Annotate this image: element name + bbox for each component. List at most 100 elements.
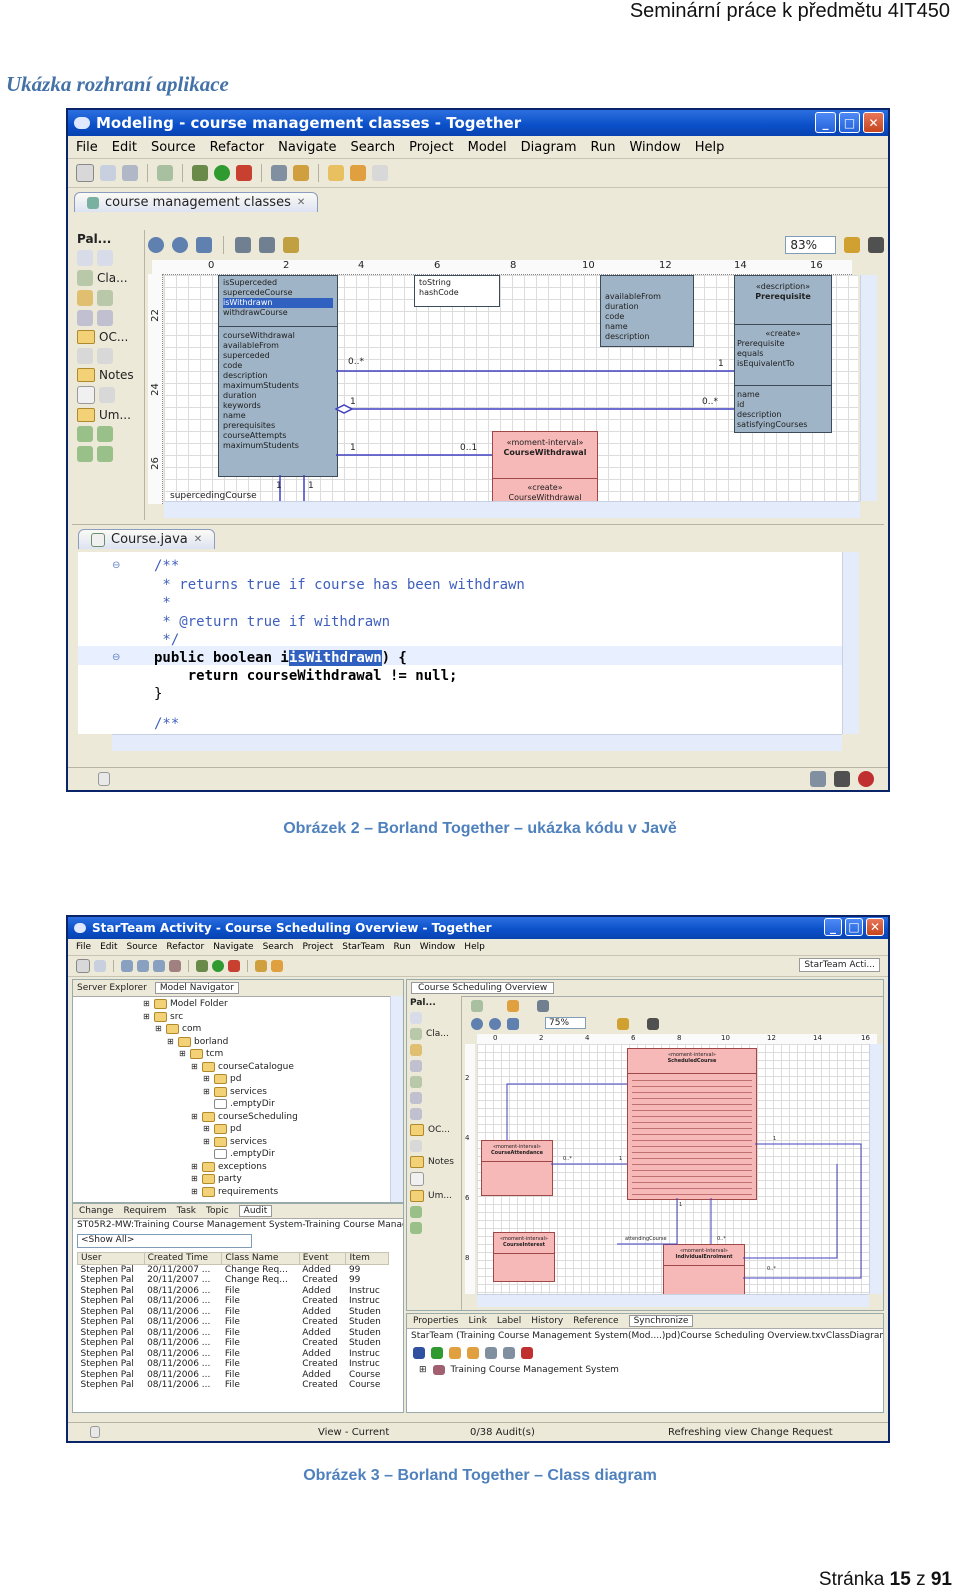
audit-filter[interactable]: <Show All>: [77, 1234, 252, 1248]
minimize-button[interactable]: _: [815, 112, 836, 133]
palette-class[interactable]: Cla...: [74, 268, 144, 288]
column-header-item[interactable]: Item: [345, 1252, 389, 1265]
code-editor[interactable]: /** * returns true if course has been wi…: [78, 552, 844, 734]
palette-tools-1[interactable]: [74, 288, 144, 308]
tree-node[interactable]: ⊞ services: [143, 1136, 298, 1149]
sync-icon[interactable]: [810, 771, 826, 787]
menu-file[interactable]: File: [76, 942, 91, 952]
layout-icon[interactable]: [235, 237, 251, 253]
perspective-switcher[interactable]: StarTeam Acti...: [799, 958, 880, 972]
expand-icon[interactable]: ⊞: [179, 1048, 187, 1061]
note-icon[interactable]: [410, 1172, 424, 1186]
forward-icon[interactable]: [372, 165, 388, 181]
diagram-vscroll[interactable]: [860, 275, 877, 501]
tree-node[interactable]: ⊞ Model Folder: [143, 998, 298, 1011]
starteam-icon[interactable]: [121, 960, 133, 972]
tab-properties[interactable]: Properties: [413, 1316, 458, 1326]
tab-course-management-classes[interactable]: course management classes ✕: [74, 192, 319, 212]
zoom-level[interactable]: 75%: [545, 1017, 587, 1029]
tab-course-java[interactable]: Course.java ✕: [78, 529, 216, 549]
maximize-button[interactable]: □: [845, 918, 863, 936]
tab-label[interactable]: Label: [497, 1316, 521, 1326]
settings-icon[interactable]: [617, 1018, 629, 1030]
pencil-icon[interactable]: [255, 960, 267, 972]
starteam-icon[interactable]: [137, 960, 149, 972]
close-tab-icon[interactable]: ✕: [297, 197, 305, 208]
back-icon[interactable]: [350, 165, 366, 181]
wizard-icon[interactable]: [157, 165, 173, 181]
expand-icon[interactable]: ⊞: [203, 1086, 211, 1099]
actor-icon[interactable]: [410, 1222, 422, 1234]
close-tab-icon[interactable]: ✕: [194, 534, 202, 545]
run-icon[interactable]: [212, 960, 224, 972]
debug-icon[interactable]: [196, 960, 208, 972]
menu-diagram[interactable]: Diagram: [521, 140, 577, 155]
column-header-class[interactable]: Class Name: [221, 1252, 300, 1265]
tree-node[interactable]: .emptyDir: [143, 1098, 298, 1111]
zoom-level[interactable]: 83%: [785, 236, 836, 254]
expand-icon[interactable]: ⊞: [191, 1161, 199, 1174]
new-view-icon[interactable]: [98, 772, 110, 786]
fold-marker-icon[interactable]: ⊖: [112, 560, 120, 571]
expand-icon[interactable]: ⊞: [191, 1061, 199, 1074]
palette-header[interactable]: Pal...: [74, 230, 144, 248]
compare-icon[interactable]: [485, 1347, 497, 1359]
sync-icon[interactable]: [413, 1347, 425, 1359]
palette-tools-6[interactable]: [74, 444, 144, 464]
minimize-button[interactable]: _: [824, 918, 842, 936]
layout-icon[interactable]: [507, 1000, 519, 1012]
menu-file[interactable]: File: [76, 140, 98, 155]
tree-node[interactable]: ⊞ services: [143, 1086, 298, 1099]
diagram-hscroll[interactable]: [477, 1294, 869, 1307]
table-row[interactable]: Stephen Pal 08/11/2006 ... File Created Stud…: [78, 1317, 389, 1328]
arrow-icon[interactable]: [410, 1012, 422, 1024]
palette-select[interactable]: [74, 248, 144, 268]
starteam-icon[interactable]: [153, 960, 165, 972]
print-diagram-icon[interactable]: [868, 237, 884, 253]
menu-help[interactable]: Help: [464, 942, 485, 952]
menu-model[interactable]: Model: [468, 140, 507, 155]
close-button[interactable]: ✕: [863, 112, 884, 133]
expand-icon[interactable]: ⊞: [167, 1036, 175, 1049]
menu-refactor[interactable]: Refactor: [166, 942, 204, 952]
box-icon[interactable]: [410, 1140, 422, 1152]
tab-requirement[interactable]: Requirem: [123, 1206, 166, 1216]
tree-node[interactable]: ⊞ com: [143, 1023, 298, 1036]
report-icon[interactable]: [834, 771, 850, 787]
menu-navigate[interactable]: Navigate: [213, 942, 253, 952]
table-row[interactable]: Stephen Pal 08/11/2006 ... File Created Inst…: [78, 1359, 389, 1370]
expand-icon[interactable]: ⊞: [143, 998, 151, 1011]
tree-node[interactable]: .emptyDir: [143, 1148, 298, 1161]
tree-node[interactable]: ⊞ pd: [143, 1123, 298, 1136]
external-tools-icon[interactable]: [228, 960, 240, 972]
diagram-canvas[interactable]: isSuperceded supercedeCourse isWithdrawn…: [164, 275, 858, 501]
tab-task[interactable]: Task: [177, 1206, 196, 1216]
update-icon[interactable]: [467, 1347, 479, 1359]
menu-navigate[interactable]: Navigate: [278, 140, 336, 155]
palette-um[interactable]: Um...: [74, 406, 144, 424]
zoom-out-icon[interactable]: [489, 1018, 501, 1030]
tree-node[interactable]: ⊞ courseCatalogue: [143, 1061, 298, 1074]
tree-node[interactable]: ⊞ borland: [143, 1036, 298, 1049]
palette-oc[interactable]: OC...: [74, 328, 144, 346]
tab-history[interactable]: History: [531, 1316, 563, 1326]
zoom-in-icon[interactable]: [471, 1018, 483, 1030]
menu-window[interactable]: Window: [629, 140, 680, 155]
fold-marker-icon[interactable]: ⊖: [112, 652, 120, 663]
menu-window[interactable]: Window: [420, 942, 456, 952]
expand-icon[interactable]: ⊞: [191, 1173, 199, 1186]
menu-source[interactable]: Source: [151, 140, 196, 155]
expand-icon[interactable]: ⊞: [143, 1011, 151, 1024]
menu-refactor[interactable]: Refactor: [210, 140, 265, 155]
fit-icon[interactable]: [507, 1018, 519, 1030]
tree-node[interactable]: ⊞ courseScheduling: [143, 1111, 298, 1124]
save-icon[interactable]: [94, 960, 106, 972]
menu-project[interactable]: Project: [409, 140, 453, 155]
wizard-icon[interactable]: [471, 1000, 483, 1012]
tree-node[interactable]: ⊞ pd: [143, 1073, 298, 1086]
tab-model-navigator[interactable]: Model Navigator: [154, 982, 239, 994]
tab-reference[interactable]: Reference: [573, 1316, 618, 1326]
diagram-hscroll[interactable]: [164, 501, 860, 518]
tree-node[interactable]: ⊞ exceptions: [143, 1161, 298, 1174]
delete-icon[interactable]: [521, 1347, 533, 1359]
